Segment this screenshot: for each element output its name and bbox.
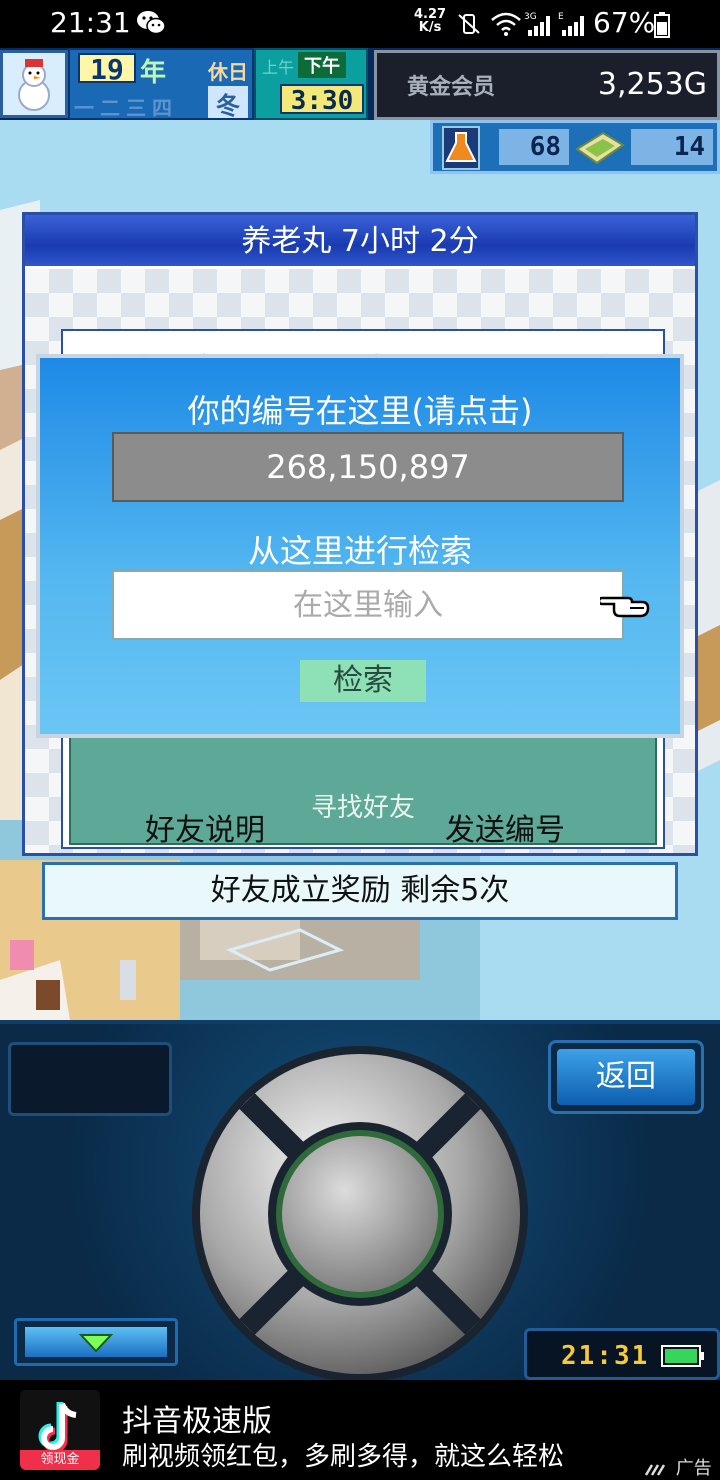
- pointing-hand-icon: [600, 596, 650, 618]
- status-time: 21:31: [50, 6, 131, 39]
- battery-icon: [654, 12, 670, 38]
- ticket-icon: [575, 131, 625, 165]
- virtual-controller: 返回 21:31: [0, 1020, 720, 1382]
- svg-text:E: E: [558, 12, 564, 22]
- ad-title: 抖音极速版: [122, 1404, 272, 1439]
- ad-description: 刷视频领红包，多刷多得，就这么轻松: [122, 1442, 565, 1472]
- left-action-slot[interactable]: [8, 1042, 172, 1116]
- device-battery-icon: [661, 1345, 704, 1367]
- signal-e-icon: E: [558, 12, 584, 36]
- back-button-label: 返回: [557, 1049, 695, 1105]
- year-number: 19: [78, 53, 136, 85]
- holiday-label: 休日: [208, 60, 248, 84]
- your-id-title: 你的编号在这里(请点击): [187, 392, 533, 430]
- send-id-button[interactable]: 发送编号: [445, 805, 565, 849]
- friend-help-button[interactable]: 好友说明: [145, 805, 265, 849]
- device-clock-time: 21:31: [561, 1341, 650, 1371]
- research-points: 68: [499, 129, 569, 165]
- year-unit: 年: [140, 58, 167, 88]
- scroll-down-button[interactable]: [14, 1318, 178, 1366]
- back-button[interactable]: 返回: [548, 1040, 704, 1114]
- search-title: 从这里进行检索: [247, 532, 472, 570]
- pm-label: 下午: [298, 52, 346, 78]
- status-bar: 21:31 4.27 K/s 3G E 67%: [0, 0, 720, 48]
- wifi-icon: [491, 12, 521, 36]
- friend-reward-bar: 好友成立奖励 剩余5次: [42, 862, 678, 920]
- snowman-avatar-icon[interactable]: [0, 50, 68, 118]
- ad-mark-label: 广告: [675, 1458, 712, 1479]
- clock-panel: 上午 下午 3:30: [254, 48, 368, 120]
- game-hud: 19 年 休日 一二三四 冬 上午 下午 3:30 黄金会员 3,253G: [0, 48, 720, 120]
- svg-text:3G: 3G: [524, 12, 537, 22]
- ad-badge: 领现金: [20, 1450, 100, 1470]
- ticket-count: 14: [631, 129, 713, 165]
- panel-title: 养老丸 7小时 2分: [25, 215, 695, 269]
- gold-amount: 3,253G: [597, 67, 707, 102]
- ad-banner[interactable]: 领现金 抖音极速版 刷视频领红包，多刷多得，就这么轻松 广告: [0, 1380, 720, 1480]
- player-id-button[interactable]: 268,150,897: [112, 432, 624, 502]
- weekday-strip: 一二三四: [74, 96, 178, 120]
- game-clock: 3:30: [280, 84, 364, 116]
- friend-id-search-input[interactable]: [112, 570, 624, 640]
- season-label: 冬: [208, 86, 248, 120]
- signal-3g-icon: 3G: [524, 12, 550, 36]
- vibrate-mute-icon: [458, 14, 480, 34]
- chevron-down-icon: [78, 1334, 114, 1353]
- ad-mark: 广告: [644, 1454, 712, 1480]
- member-panel: 黄金会员 3,253G: [374, 50, 720, 120]
- search-button[interactable]: 检索: [300, 660, 426, 702]
- device-clock: 21:31: [524, 1328, 720, 1380]
- scroll-down-face: [25, 1327, 167, 1357]
- am-label: 上午: [262, 58, 295, 77]
- battery-percent: 67%: [593, 6, 656, 39]
- date-panel: 19 年 休日 一二三四 冬: [68, 48, 254, 120]
- gold-member-label: 黄金会员: [407, 75, 496, 100]
- net-speed-unit: K/s: [418, 20, 442, 35]
- ad-network-icon: [644, 1464, 666, 1476]
- resource-stats: 68 14: [430, 120, 720, 174]
- friend-id-dialog: 你的编号在这里(请点击) 268,150,897 从这里进行检索 检索: [36, 354, 684, 738]
- douyin-logo-icon: 领现金: [20, 1390, 100, 1470]
- research-flask-icon: [442, 126, 480, 170]
- dpad-control[interactable]: [190, 1044, 530, 1384]
- wechat-icon: [137, 11, 166, 35]
- network-speed: 4.27 K/s: [414, 8, 446, 34]
